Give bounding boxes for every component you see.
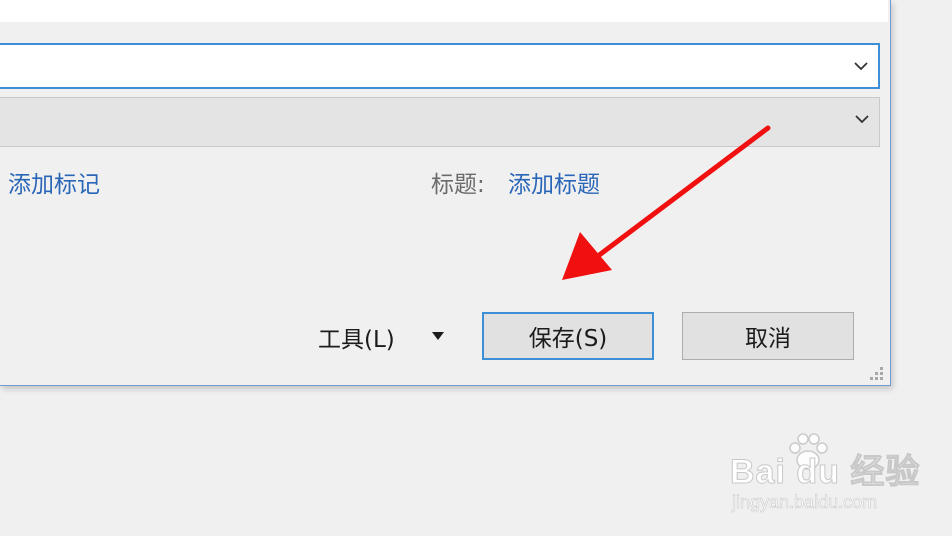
filename-combobox[interactable] — [0, 43, 880, 89]
resize-grip-icon[interactable] — [866, 364, 886, 382]
cancel-button[interactable]: 取消 — [682, 312, 854, 360]
dialog-top-area — [0, 0, 888, 22]
cancel-button-label: 取消 — [745, 326, 791, 352]
chevron-down-icon[interactable] — [852, 57, 870, 75]
save-button-label: 保存(S) — [528, 326, 608, 352]
title-label: 标题: — [431, 172, 485, 198]
watermark-brand: Bai du 经验 — [729, 453, 921, 492]
watermark-url: jingyan.baidu.com — [732, 492, 878, 513]
add-tags-link[interactable]: 添加标记 — [8, 165, 100, 199]
save-button[interactable]: 保存(S) — [482, 312, 654, 360]
red-annotation-arrow — [562, 125, 771, 280]
chevron-down-icon[interactable] — [853, 110, 871, 128]
tools-menu-button[interactable]: 工具(L) — [318, 320, 395, 354]
triangle-down-icon[interactable] — [430, 330, 446, 342]
